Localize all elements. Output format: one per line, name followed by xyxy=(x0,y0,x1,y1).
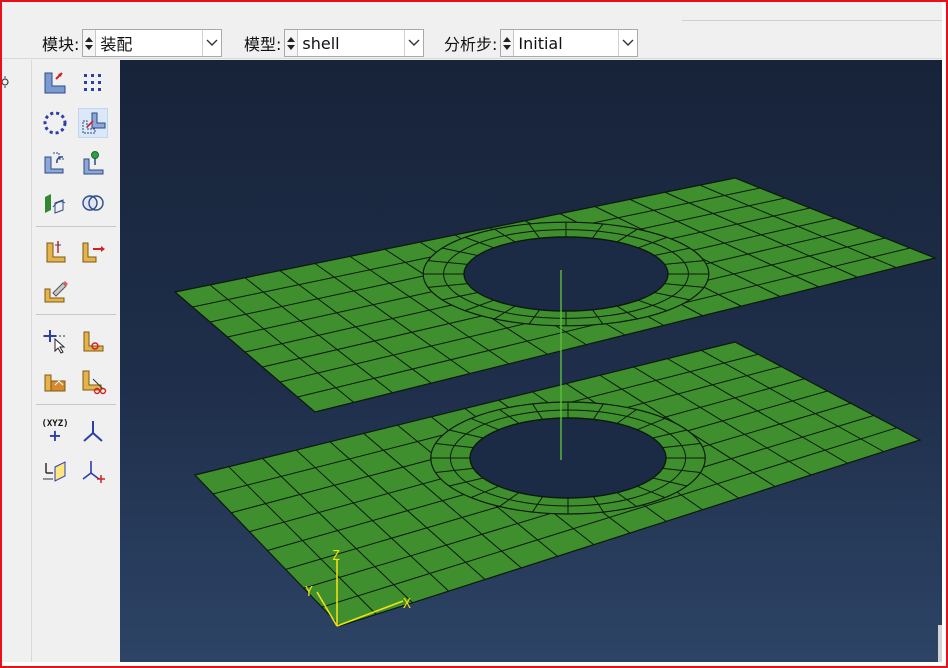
toolbox-separator xyxy=(36,314,116,315)
assembly-toolbox: (XYZ) + xyxy=(32,60,118,662)
toolbox-separator xyxy=(36,404,116,405)
module-value: 装配 xyxy=(100,35,133,54)
triad-z-label: Z xyxy=(332,549,340,564)
linear-pattern-icon[interactable] xyxy=(78,68,108,98)
module-selector: 模块: 装配 xyxy=(42,28,223,58)
toolbox-separator xyxy=(36,226,116,227)
edit-feature-icon[interactable] xyxy=(40,276,70,306)
triad-x-label: X xyxy=(403,597,411,612)
step-spinner[interactable] xyxy=(501,30,515,56)
scrollbar[interactable] xyxy=(938,625,942,662)
upper-plate xyxy=(173,177,937,413)
model-combo[interactable]: shell xyxy=(284,29,425,57)
model-label: 模型: xyxy=(244,35,282,54)
module-combo[interactable]: 装配 xyxy=(82,29,223,57)
datum-plane-icon[interactable] xyxy=(40,456,70,486)
query-pick-icon[interactable] xyxy=(40,326,70,356)
model-spinner[interactable] xyxy=(285,30,299,56)
datum-csys-icon[interactable] xyxy=(78,456,108,486)
radial-pattern-icon[interactable] xyxy=(40,108,70,138)
shell-mesh-assembly xyxy=(173,177,937,627)
translate-to-icon[interactable] xyxy=(78,148,108,178)
chevron-down-icon[interactable] xyxy=(202,30,221,56)
model-selector: 模型: shell xyxy=(244,28,425,58)
step-selector: 分析步: Initial xyxy=(444,28,639,58)
module-label: 模块: xyxy=(42,35,80,54)
translate-instance-icon[interactable] xyxy=(78,108,108,138)
datum-point-icon[interactable] xyxy=(78,326,108,356)
rotate-instance-icon[interactable] xyxy=(40,148,70,178)
gear-icon[interactable] xyxy=(2,75,12,93)
module-spinner[interactable] xyxy=(83,30,97,56)
parallel-face-icon[interactable] xyxy=(40,236,70,266)
abaqus-window: 模块: 装配 模型: shell 分析步: Initial (XYZ) + X … xyxy=(2,2,942,662)
toolbar-divider xyxy=(682,20,942,21)
face-to-face-icon[interactable] xyxy=(78,236,108,266)
model-tree-edge xyxy=(2,62,32,662)
step-label: 分析步: xyxy=(444,35,498,54)
graphics-viewport[interactable]: X Z Y xyxy=(120,60,942,662)
chevron-down-icon[interactable] xyxy=(404,30,423,56)
datum-axis-icon[interactable] xyxy=(78,416,108,446)
model-value: shell xyxy=(302,33,340,53)
merge-cut-icon[interactable] xyxy=(78,188,108,218)
assembly-render: X Z Y xyxy=(173,177,937,627)
step-value: Initial xyxy=(518,33,563,53)
partition-cell-icon[interactable] xyxy=(40,366,70,396)
chevron-down-icon[interactable] xyxy=(618,30,637,56)
convert-constraints-icon[interactable] xyxy=(40,188,70,218)
cut-feature-icon[interactable] xyxy=(78,366,108,396)
step-combo[interactable]: Initial xyxy=(500,29,639,57)
context-toolbar: 模块: 装配 模型: shell 分析步: Initial xyxy=(2,10,942,59)
create-datum-xyz-icon[interactable]: (XYZ) + xyxy=(40,416,70,446)
instance-part-icon[interactable] xyxy=(40,68,70,98)
triad-y-label: Y xyxy=(305,585,313,600)
